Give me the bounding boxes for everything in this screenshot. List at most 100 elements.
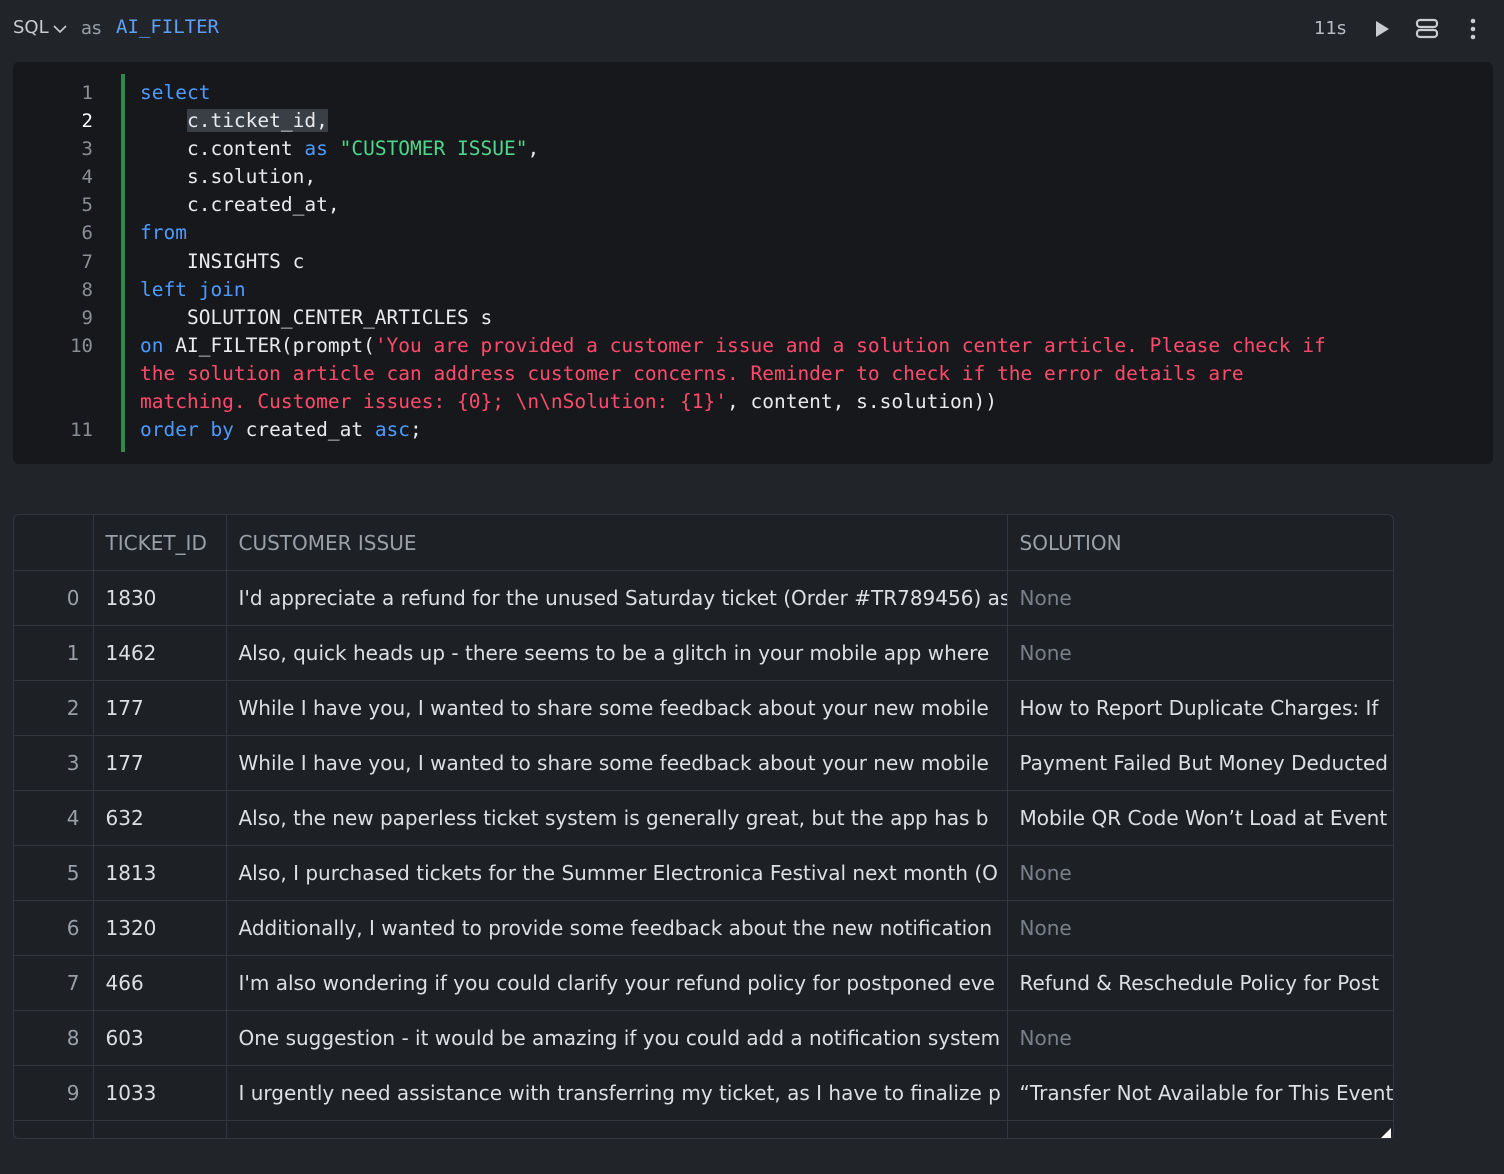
ticket-id-cell[interactable]: 1830 [93,570,227,626]
table-row[interactable]: 2 177 While I have you, I wanted to share … [14,680,1393,736]
customer-issue-cell[interactable]: I'm also wondering if you could clarify … [226,955,1008,1011]
solution-cell[interactable]: How to Report Duplicate Charges: If [1007,680,1393,736]
ticket-id-cell[interactable]: 1033 [93,1065,227,1121]
customer-issue-cell[interactable]: I'd appreciate a refund for the unused S… [226,570,1008,626]
solution-cell[interactable]: “Transfer Not Available for This Event [1007,1065,1393,1121]
ticket-id-cell[interactable]: 177 [93,735,227,791]
line-number-gutter: 1 2 3 4 5 6 7 8 9 10 11 [13,62,121,464]
solution-cell[interactable]: Mobile QR Code Won’t Load at Event [1007,790,1393,846]
solution-cell[interactable]: None [1007,1010,1393,1066]
row-index[interactable]: 7 [14,955,94,1011]
ticket-id-cell[interactable]: 1813 [93,845,227,901]
row-index[interactable]: 2 [14,680,94,736]
table-row[interactable]: 6 1320 Additionally, I wanted to provide s… [14,900,1393,956]
as-label: as [81,18,102,39]
ticket-id-cell[interactable]: 1462 [93,625,227,681]
customer-issue-cell[interactable]: Additionally, I wanted to provide some f… [226,900,1008,956]
customer-issue-cell[interactable]: I urgently need assistance with transfer… [226,1065,1008,1121]
row-index[interactable]: 9 [14,1065,94,1121]
row-index[interactable]: 8 [14,1010,94,1066]
language-label: SQL [13,17,49,38]
code-content[interactable]: select c.ticket_id, c.content as "CUSTOM… [140,62,1326,441]
database-button[interactable] [1414,16,1440,42]
column-header-customer-issue[interactable]: CUSTOMER ISSUE [226,515,1008,571]
column-header-ticket-id[interactable]: TICKET_ID [93,515,227,571]
results-table[interactable]: TICKET_ID CUSTOMER ISSUE SOLUTION 0 1830 I… [13,514,1394,1139]
row-index[interactable]: 5 [14,845,94,901]
code-line-10: on AI_FILTER(prompt('You are provided a … [140,334,1326,357]
solution-cell[interactable]: Fixing Transfer Failures (Code: 003 [1007,1120,1393,1138]
play-icon [1376,21,1389,37]
runtime-label: 11s [1314,18,1347,39]
row-index[interactable]: 6 [14,900,94,956]
code-line-10-wrap-1: the solution article can address custome… [140,362,1244,385]
customer-issue-cell[interactable]: Also, I purchased tickets for the Summer… [226,845,1008,901]
code-line-7: INSIGHTS c [186,250,305,273]
solution-cell[interactable]: None [1007,900,1393,956]
line-number: 1 [81,82,93,104]
line-number: 7 [81,251,93,273]
sql-editor[interactable]: 1 2 3 4 5 6 7 8 9 10 11 select c.ticket_… [13,62,1493,464]
customer-issue-cell[interactable]: While I have you, I wanted to share some… [226,735,1008,791]
table-row[interactable]: 7 466 I'm also wondering if you could clar… [14,955,1393,1011]
table-row[interactable]: 3 177 While I have you, I wanted to share … [14,735,1393,791]
table-row[interactable]: 101033I urgently need assistance with tr… [14,1120,1393,1138]
row-index[interactable]: 3 [14,735,94,791]
row-index[interactable]: 4 [14,790,94,846]
customer-issue-cell[interactable]: Also, quick heads up - there seems to be… [226,625,1008,681]
cell-name[interactable]: AI_FILTER [116,16,219,38]
code-line-8: left join [140,278,246,301]
code-line-1: select [140,81,211,104]
row-index[interactable]: 1 [14,625,94,681]
line-number: 10 [70,335,93,357]
line-number: 4 [81,166,93,188]
ticket-id-cell[interactable]: 1320 [93,900,227,956]
run-button[interactable] [1369,16,1395,42]
solution-cell[interactable]: None [1007,845,1393,901]
customer-issue-cell[interactable]: One suggestion - it would be amazing if … [226,1010,1008,1066]
code-line-9: SOLUTION_CENTER_ARTICLES s [186,306,493,329]
table-row[interactable]: 9 1033 I urgently need assistance with tra… [14,1065,1393,1121]
ticket-id-cell[interactable]: 177 [93,680,227,736]
customer-issue-cell[interactable]: I urgently need assistance with transfer… [226,1120,1008,1138]
solution-cell[interactable]: None [1007,570,1393,626]
table-row[interactable]: 4 632 Also, the new paperless ticket syste… [14,790,1393,846]
table-row[interactable]: 5 1813 Also, I purchased tickets for the S… [14,845,1393,901]
table-row[interactable]: 8 603 One suggestion - it would be amazing… [14,1010,1393,1066]
table-row[interactable]: 1 1462 Also, quick heads up - there seems … [14,625,1393,681]
solution-cell[interactable]: None [1007,625,1393,681]
customer-issue-cell[interactable]: Also, the new paperless ticket system is… [226,790,1008,846]
resize-handle-icon[interactable] [1381,1128,1391,1138]
code-line-4: s.solution, [186,165,317,188]
stack-icon [1415,18,1439,39]
row-index[interactable]: 10 [14,1120,94,1138]
column-header-solution[interactable]: SOLUTION [1007,515,1393,571]
ticket-id-cell[interactable]: 603 [93,1010,227,1066]
code-line-2: c.ticket_id, [140,107,328,135]
chevron-down-icon [53,24,67,33]
line-number-active: 2 [81,110,93,132]
column-header-index[interactable] [14,515,94,571]
code-line-3: c.content as "CUSTOMER ISSUE", [186,137,540,160]
customer-issue-cell[interactable]: While I have you, I wanted to share some… [226,680,1008,736]
line-number: 3 [81,138,93,160]
more-options-button[interactable] [1460,16,1486,42]
code-line-5: c.created_at, [186,193,340,216]
ticket-id-cell[interactable]: 632 [93,790,227,846]
solution-cell[interactable]: Payment Failed But Money Deducted [1007,735,1393,791]
ticket-id-cell[interactable]: 466 [93,955,227,1011]
line-number: 6 [81,222,93,244]
solution-cell[interactable]: Refund & Reschedule Policy for Post [1007,955,1393,1011]
cell-header: SQL as AI_FILTER 11s [0,0,1504,58]
code-line-10-wrap-2: matching. Customer issues: {0}; \n\nSolu… [140,390,998,413]
line-number: 11 [70,419,93,441]
line-number: 8 [81,279,93,301]
code-line-11: order by created_at asc; [140,418,422,441]
ticket-id-cell[interactable]: 1033 [93,1120,227,1138]
language-selector[interactable]: SQL [13,17,67,38]
row-index[interactable]: 0 [14,570,94,626]
change-indicator-bar [121,74,125,452]
line-number: 9 [81,307,93,329]
table-row[interactable]: 0 1830 I'd appreciate a refund for the unu… [14,570,1393,626]
line-number: 5 [81,194,93,216]
